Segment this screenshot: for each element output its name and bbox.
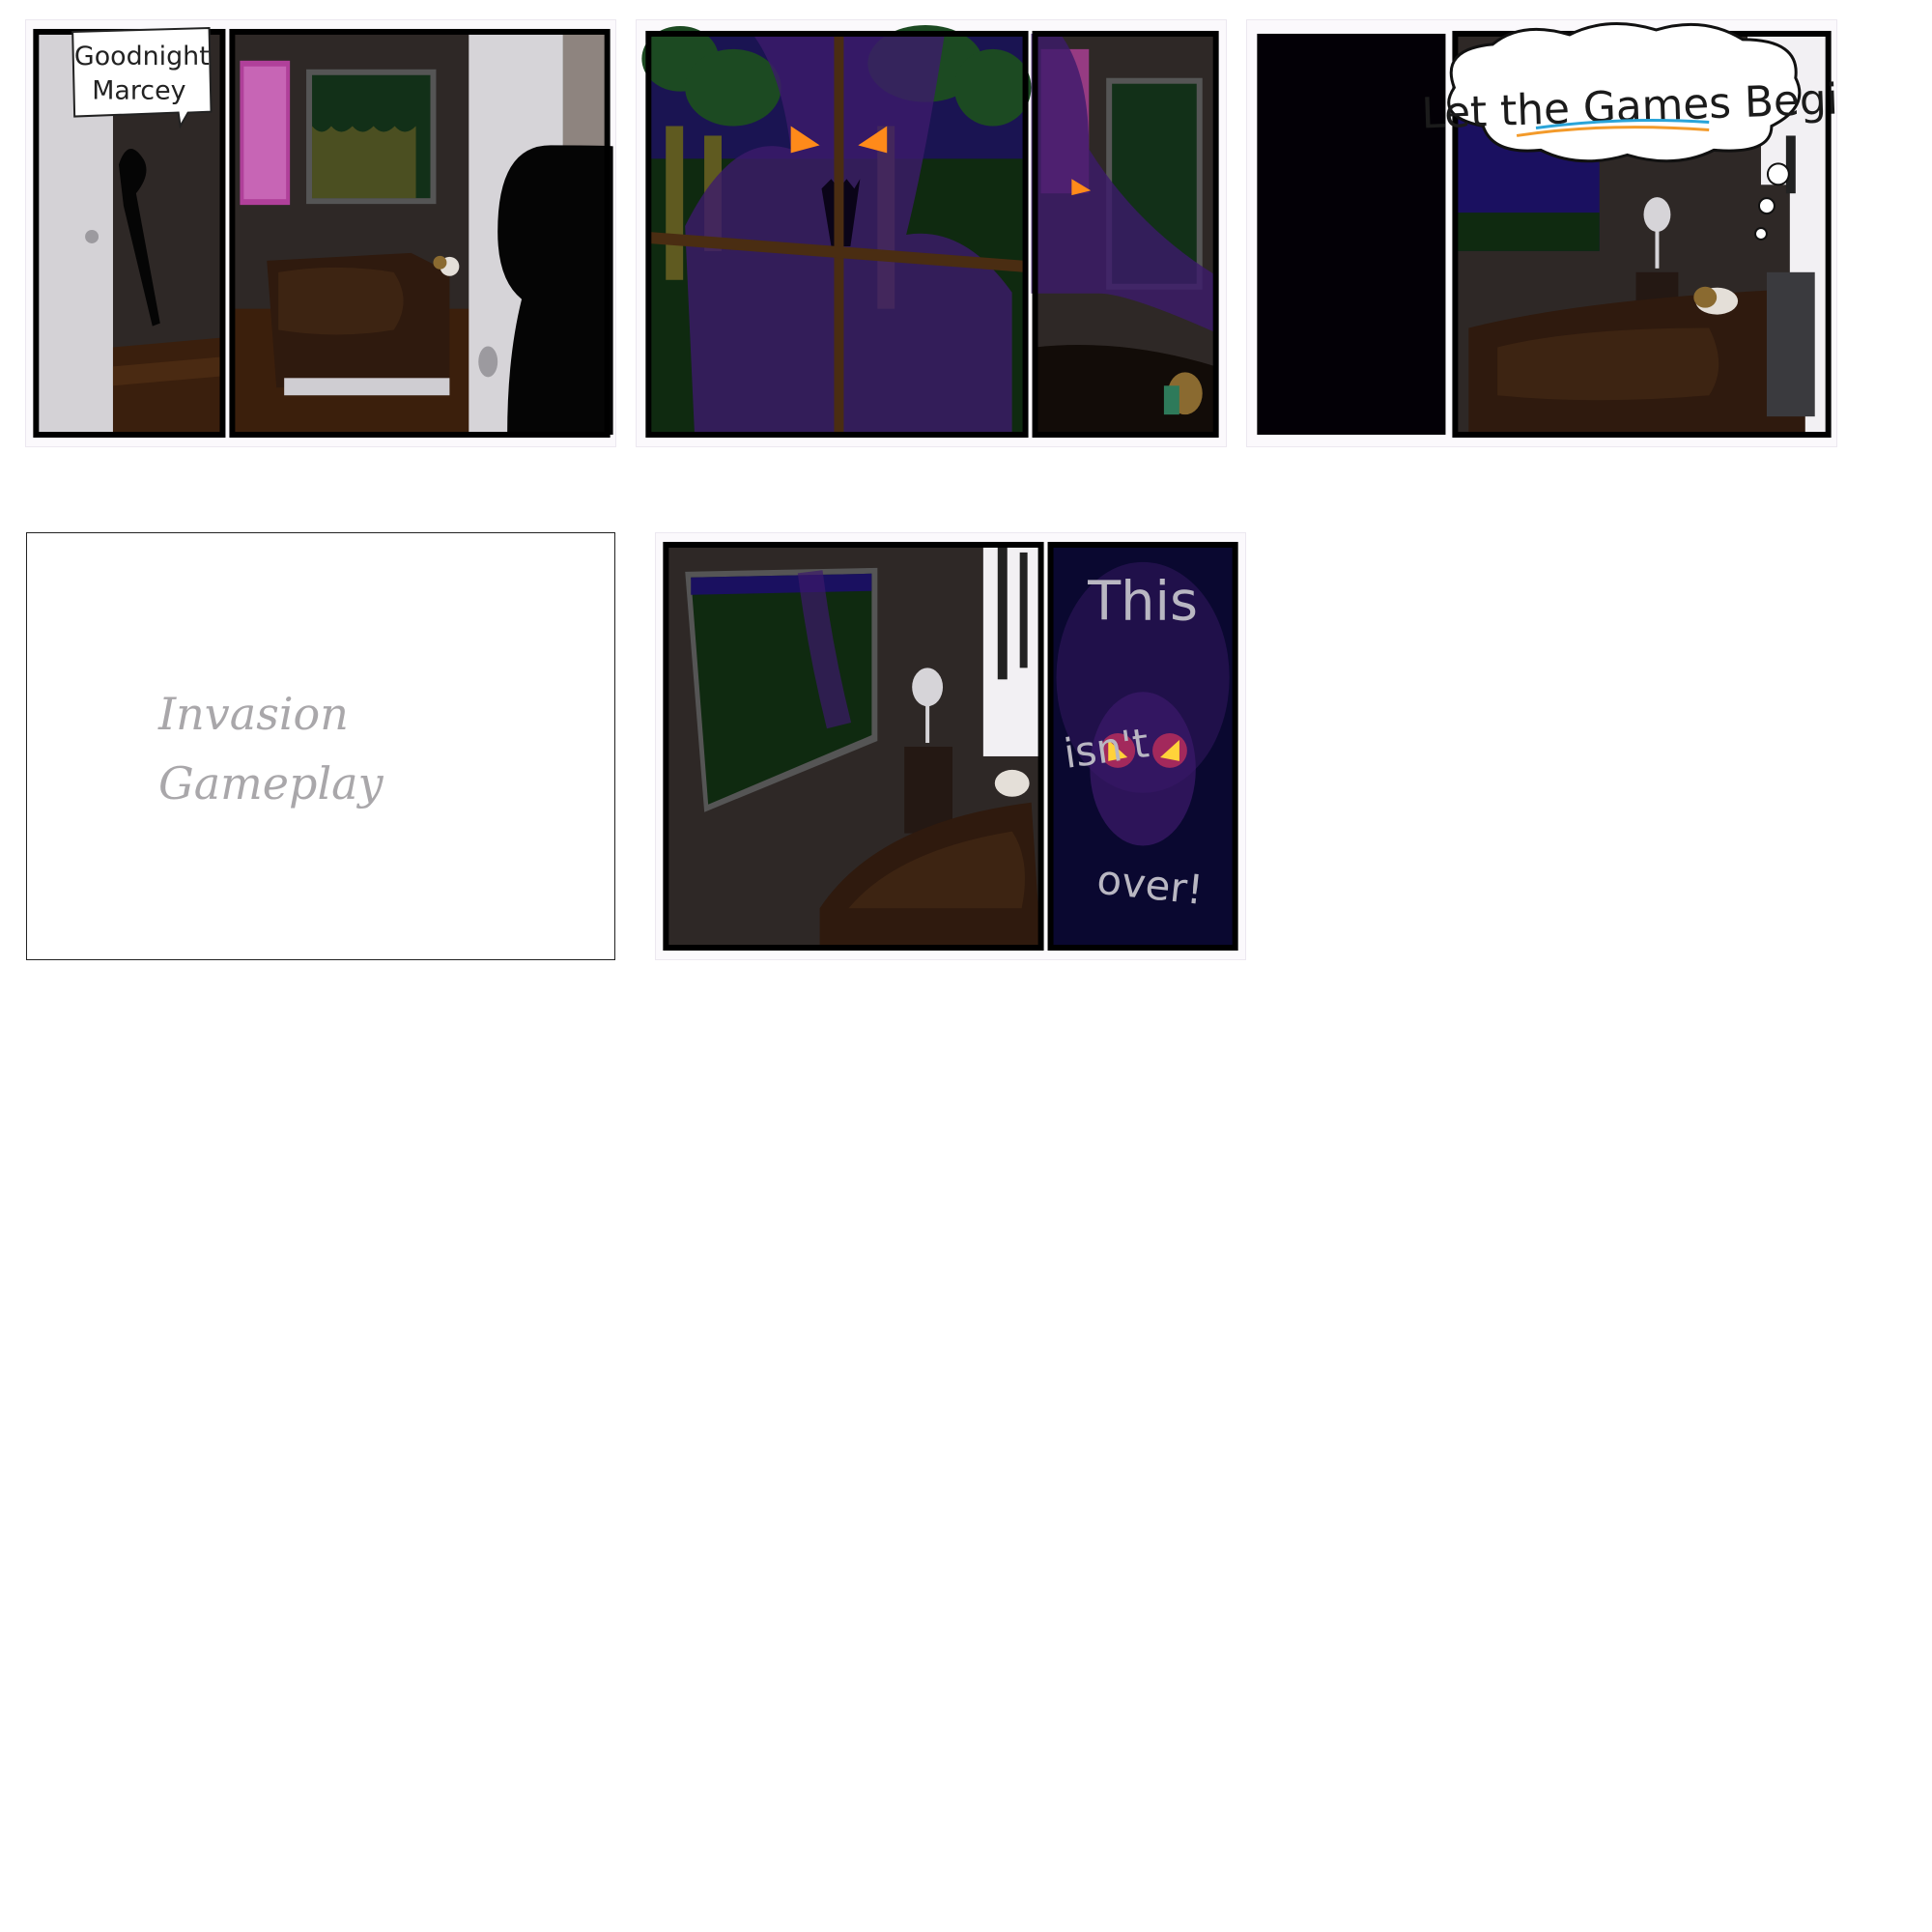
speech-line-2: Marcey xyxy=(92,76,185,106)
gameplay-placeholder: Invasion Gameplay xyxy=(26,532,615,960)
placeholder-line-2: Gameplay xyxy=(158,757,384,810)
panel-bedroom-creature xyxy=(1031,30,1219,439)
caption-line-1: This xyxy=(1087,571,1198,634)
panel-window-creature xyxy=(641,24,1032,439)
strip-3-art: Let the Games Begin xyxy=(1257,22,1836,439)
placeholder-line-1: Invasion xyxy=(158,688,349,740)
panel-bedroom xyxy=(229,28,613,439)
panel-glowing-eyes: This isn't over! xyxy=(1047,541,1238,952)
speech-line-1: Goodnight xyxy=(74,42,210,71)
comic-strip-3: Let the Games Begin xyxy=(1246,19,1837,447)
strip-5-art: This isn't over! xyxy=(663,541,1238,952)
panel-black xyxy=(1257,33,1446,436)
speech-bubble: Goodnight Marcey xyxy=(71,26,213,129)
strip-2-art xyxy=(641,24,1219,439)
panel-room-window xyxy=(663,541,1044,952)
comic-strip-5: This isn't over! xyxy=(655,532,1246,960)
strip-1-art: Goodnight Marcey xyxy=(33,26,613,439)
comic-strip-2 xyxy=(636,19,1227,447)
comic-strip-1: Goodnight Marcey xyxy=(25,19,616,447)
